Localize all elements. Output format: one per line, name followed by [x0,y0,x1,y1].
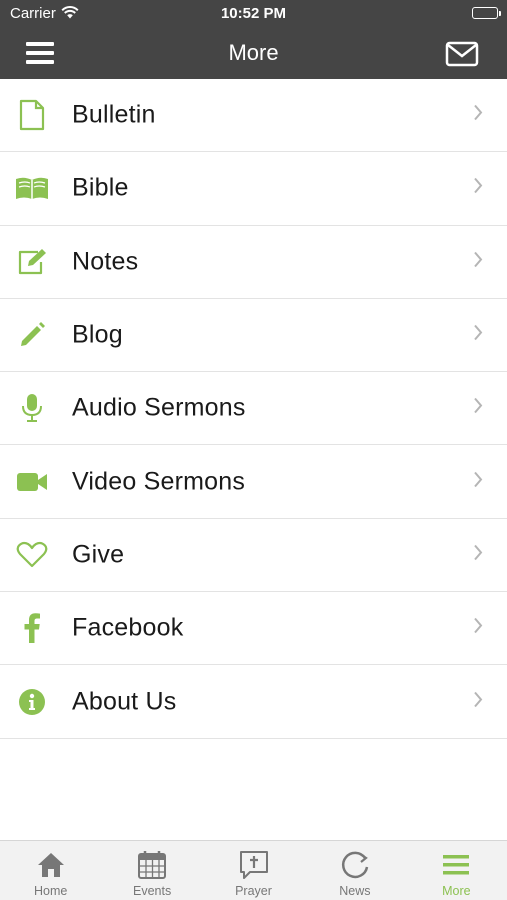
book-open-icon [14,170,50,206]
menu-item-audio-sermons[interactable]: Audio Sermons [0,372,507,446]
page-title: More [228,40,279,65]
chevron-right-icon [473,250,483,273]
facebook-icon [14,610,50,646]
tab-label: Home [34,884,68,898]
menu-item-label: Audio Sermons [72,393,246,422]
pencil-icon [14,317,50,353]
tab-prayer[interactable]: Prayer [203,841,304,900]
more-menu-list: Bulletin Bible Notes Blog Audio Sermons [0,79,507,739]
menu-item-give[interactable]: Give [0,519,507,593]
chevron-right-icon [473,397,483,420]
prayer-icon [237,848,271,882]
tab-home[interactable]: Home [0,841,101,900]
heart-icon [14,537,50,573]
chevron-right-icon [473,324,483,347]
top-bar: Carrier 10:52 PM More [0,0,507,79]
document-icon [14,97,50,133]
status-bar: Carrier 10:52 PM [0,0,507,28]
microphone-icon [14,390,50,426]
clock-label: 10:52 PM [220,5,287,22]
tab-more[interactable]: More [406,841,507,900]
chevron-right-icon [473,543,483,566]
menu-item-video-sermons[interactable]: Video Sermons [0,445,507,519]
envelope-icon [445,41,479,67]
tab-label: Events [133,884,172,898]
hamburger-icon [439,848,473,882]
menu-item-label: Bulletin [72,100,156,129]
news-refresh-icon [338,848,372,882]
chevron-right-icon [473,617,483,640]
tab-label: Prayer [235,884,272,898]
menu-item-label: Bible [72,173,129,202]
tab-news[interactable]: News [304,841,405,900]
menu-item-facebook[interactable]: Facebook [0,592,507,666]
tab-bar: Home Events Prayer News More [0,840,507,900]
menu-item-label: Video Sermons [72,467,246,496]
calendar-icon [135,848,169,882]
menu-item-label: Give [72,540,125,569]
tab-label: More [442,884,471,898]
info-icon [14,684,50,720]
tab-events[interactable]: Events [101,841,202,900]
menu-item-notes[interactable]: Notes [0,226,507,299]
menu-item-label: Blog [72,320,123,349]
battery-icon [472,7,501,19]
chevron-right-icon [473,177,483,200]
menu-item-blog[interactable]: Blog [0,299,507,373]
menu-item-about-us[interactable]: About Us [0,665,507,739]
menu-item-label: Notes [72,247,139,276]
chevron-right-icon [473,104,483,127]
menu-item-bulletin[interactable]: Bulletin [0,79,507,153]
video-camera-icon [14,464,50,500]
home-icon [34,848,68,882]
menu-item-bible[interactable]: Bible [0,152,507,226]
chevron-right-icon [473,690,483,713]
menu-item-label: Facebook [72,613,184,642]
tab-label: News [339,884,371,898]
edit-note-icon [14,244,50,280]
chevron-right-icon [473,470,483,493]
mail-button[interactable] [445,40,479,68]
navigation-bar: More [0,28,507,79]
menu-item-label: About Us [72,687,177,716]
